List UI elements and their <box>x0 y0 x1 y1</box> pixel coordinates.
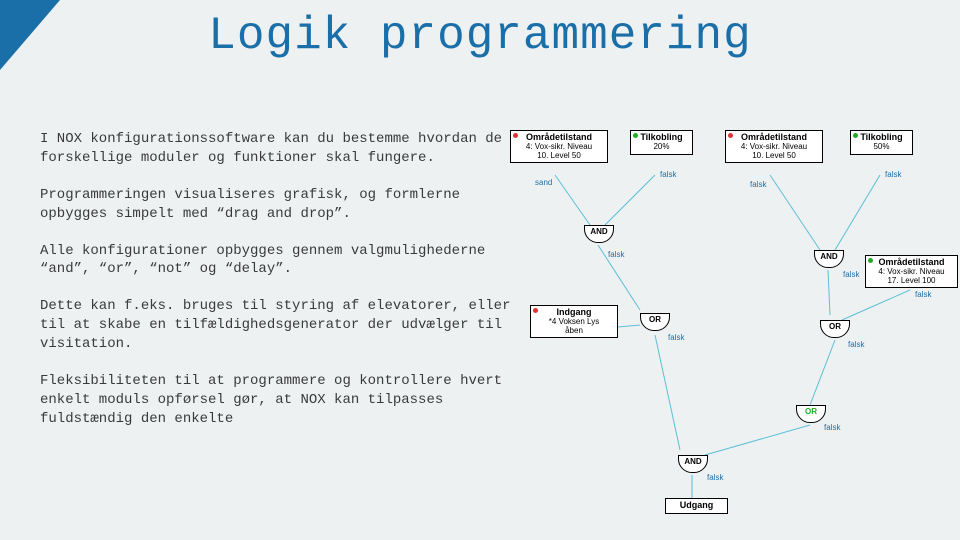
wire-label: falsk <box>608 250 624 259</box>
paragraph-2: Programmeringen visualiseres grafisk, og… <box>40 186 520 224</box>
node-output: Udgang <box>665 498 728 514</box>
paragraph-4: Dette kan f.eks. bruges til styring af e… <box>40 297 520 354</box>
node-area-state-2: Områdetilstand 4: Vox-sikr. Niveau 10. L… <box>725 130 823 163</box>
slide-title: Logik programmering <box>0 10 960 62</box>
wire-label: sand <box>535 178 552 187</box>
node-coupling-1: Tilkobling 20% <box>630 130 693 155</box>
wire-label: falsk <box>660 170 676 179</box>
paragraph-3: Alle konfigurationer opbygges gennem val… <box>40 242 520 280</box>
paragraph-5: Fleksibiliteten til at programmere og ko… <box>40 372 520 429</box>
wire-label: falsk <box>824 423 840 432</box>
body-text: I NOX konfigurationssoftware kan du best… <box>40 130 520 447</box>
node-input: Indgang *4 Voksen Lys åben <box>530 305 618 338</box>
wire-label: falsk <box>843 270 859 279</box>
node-area-state-3: Områdetilstand 4: Vox-sikr. Niveau 17. L… <box>865 255 958 288</box>
wire-label: falsk <box>848 340 864 349</box>
wire-label: falsk <box>668 333 684 342</box>
node-area-state-1: Områdetilstand 4: Vox-sikr. Niveau 10. L… <box>510 130 608 163</box>
wire-label: falsk <box>750 180 766 189</box>
wire-label: falsk <box>885 170 901 179</box>
paragraph-1: I NOX konfigurationssoftware kan du best… <box>40 130 520 168</box>
logic-diagram: Områdetilstand 4: Vox-sikr. Niveau 10. L… <box>510 130 950 530</box>
wire-label: falsk <box>707 473 723 482</box>
node-coupling-2: Tilkobling 50% <box>850 130 913 155</box>
wire-label: falsk <box>915 290 931 299</box>
